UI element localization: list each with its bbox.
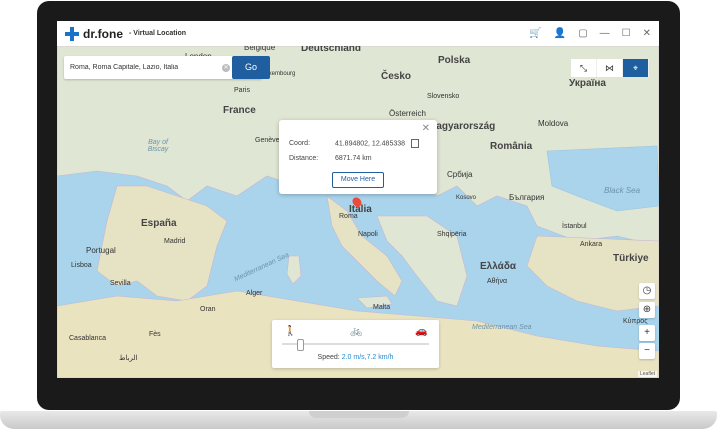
maximize-icon[interactable]: ☐ <box>622 28 631 39</box>
app-screen: dr.fone - Virtual Location 🛒 👤 ▢ — ☐ ✕ L… <box>57 21 659 378</box>
speed-readout: Speed: 2.0 m/s,7.2 km/h <box>272 354 439 361</box>
map-label-srbija: Србија <box>447 170 473 179</box>
map-label-rabat: الرباط <box>119 355 138 362</box>
map-label-sevilla: Sevilla <box>110 280 131 287</box>
map-label-geneve: Genève <box>255 137 280 144</box>
map-label-kibris: Κύπρος <box>623 318 648 325</box>
speed-slider-track[interactable] <box>282 343 429 345</box>
map-label-paris: Paris <box>234 87 250 94</box>
map-label-ellada: Ελλάδα <box>480 261 517 272</box>
map-label-malta: Malta <box>373 304 391 311</box>
coord-row: Coord: 41.894802, 12.485338 <box>289 139 419 148</box>
map-label-kosovo: Kosovo <box>456 195 477 201</box>
map-label-oran: Oran <box>200 306 216 313</box>
cart-icon[interactable]: 🛒 <box>529 28 541 39</box>
map-label-romania: România <box>490 141 533 152</box>
move-here-button[interactable]: Move Here <box>332 172 384 188</box>
speed-label: Speed: <box>317 354 340 361</box>
map-label-ukraina: Україна <box>569 78 606 89</box>
center-location-icon[interactable]: ⊕ <box>639 302 655 318</box>
map-label-turkiye: Türkiye <box>613 253 649 264</box>
map-label-madrid: Madrid <box>164 238 186 245</box>
map-label-espana: España <box>141 218 177 229</box>
account-icon[interactable]: 👤 <box>554 28 566 39</box>
map-label-shqiperia: Shqipëria <box>437 231 467 238</box>
distance-row: Distance: 6871.74 km <box>289 155 372 162</box>
map-label-moldova: Moldova <box>538 119 569 128</box>
window-controls: 🛒 👤 ▢ — ☐ ✕ <box>529 21 651 46</box>
map-label-polska: Polska <box>438 55 471 66</box>
app-logo: dr.fone - Virtual Location <box>65 26 187 41</box>
clear-search-icon[interactable]: ✕ <box>222 63 230 72</box>
teleport-mode-icon[interactable]: ⌖ <box>623 59 649 77</box>
map-label-napoli: Napoli <box>358 231 378 238</box>
walking-icon[interactable]: 🚶 <box>284 326 296 337</box>
zoom-in-icon[interactable]: + <box>639 325 655 341</box>
coord-value: 41.894802, 12.485338 <box>334 140 406 148</box>
map-label-portugal: Portugal <box>86 246 116 255</box>
speed-slider-thumb[interactable] <box>297 339 304 351</box>
map-label-casablanca: Casablanca <box>69 335 106 342</box>
location-popup: ✕ Coord: 41.894802, 12.485338 Distance: … <box>279 120 437 194</box>
map-label-roma: Roma <box>339 213 358 220</box>
map-label-france: France <box>223 105 256 116</box>
coord-label: Coord: <box>289 140 311 148</box>
app-subtitle: - Virtual Location <box>129 30 187 37</box>
driving-icon[interactable]: 🚗 <box>415 326 427 337</box>
speed-panel: 🚶 🚲 🚗 Speed: 2.0 m/s,7.2 km/h <box>272 320 439 368</box>
zoom-out-icon[interactable]: − <box>639 343 655 359</box>
multi-stop-route-icon[interactable]: ⋈ <box>597 59 623 77</box>
laptop-notch <box>309 411 409 418</box>
map-label-slovensko: Slovensko <box>427 93 460 100</box>
cycling-icon[interactable]: 🚲 <box>350 326 362 337</box>
map-label-lisboa: Lisboa <box>71 262 92 269</box>
minimize-icon[interactable]: — <box>600 28 610 39</box>
map-label-cesko: Česko <box>381 71 412 82</box>
map-label-istanbul: İstanbul <box>562 223 587 230</box>
history-icon[interactable]: ◷ <box>639 283 655 299</box>
map-label-mediterranean-sea-east: Mediterranean Sea <box>472 324 532 331</box>
title-bar: dr.fone - Virtual Location 🛒 👤 ▢ — ☐ ✕ <box>57 21 659 46</box>
close-icon[interactable]: ✕ <box>643 28 651 39</box>
distance-label: Distance: <box>289 155 319 162</box>
go-button[interactable]: Go <box>232 56 270 79</box>
map-label-ankara: Ankara <box>580 241 603 248</box>
map-label-black-sea: Black Sea <box>604 186 641 195</box>
distance-value: 6871.74 km <box>334 155 372 162</box>
map-label-fes: Fès <box>149 331 161 338</box>
copy-icon[interactable] <box>410 139 419 148</box>
location-search-input[interactable] <box>68 63 222 72</box>
popup-close-icon[interactable]: ✕ <box>422 123 430 134</box>
drfone-logo-icon <box>65 26 79 41</box>
feedback-icon[interactable]: ▢ <box>578 28 587 39</box>
speed-value: 2.0 m/s,7.2 km/h <box>341 354 394 361</box>
map-label-athina: Αθήνα <box>487 278 508 285</box>
brand-name: dr.fone <box>83 26 124 41</box>
one-stop-route-icon[interactable]: ⤡ <box>571 59 597 77</box>
map-label-alger: Alger <box>246 290 263 297</box>
mode-toolbar: ⤡ ⋈ ⌖ <box>571 59 649 77</box>
map-label-magyarorszag: Magyarország <box>428 121 496 132</box>
map-attribution[interactable]: Leaflet <box>637 371 657 377</box>
map-label-bay-of-biscay: Bay of Biscay <box>147 139 169 153</box>
map-label-osterreich: Österreich <box>389 109 426 118</box>
map-label-bulgaria: България <box>509 193 545 202</box>
